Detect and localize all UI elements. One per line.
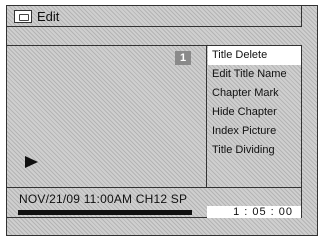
recording-info: NOV/21/09 11:00AM CH12 SP: [19, 192, 188, 206]
play-icon: [25, 156, 38, 168]
menu-item-index-picture[interactable]: Index Picture: [208, 122, 301, 141]
header-bar: Edit: [6, 5, 302, 27]
menu-item-hide-chapter[interactable]: Hide Chapter: [208, 103, 301, 122]
screen-title: Edit: [37, 8, 60, 24]
progress-bar: [18, 210, 192, 215]
menu-item-chapter-mark[interactable]: Chapter Mark: [208, 84, 301, 103]
title-number-badge: 1: [175, 51, 191, 65]
menu-item-edit-title-name[interactable]: Edit Title Name: [208, 65, 301, 84]
time-display: 1 : 05 : 00: [207, 206, 301, 218]
edit-icon: [14, 9, 32, 23]
edit-menu: Title Delete Edit Title Name Chapter Mar…: [208, 46, 301, 187]
title-preview: 1: [7, 46, 207, 187]
menu-item-title-delete[interactable]: Title Delete: [208, 46, 301, 65]
menu-item-title-dividing[interactable]: Title Dividing: [208, 141, 301, 160]
edit-panel: 1 Title Delete Edit Title Name Chapter M…: [6, 45, 302, 218]
elapsed-time: 1 : 05 : 00: [233, 206, 293, 218]
info-bar: NOV/21/09 11:00AM CH12 SP 1 : 05 : 00: [7, 187, 301, 218]
